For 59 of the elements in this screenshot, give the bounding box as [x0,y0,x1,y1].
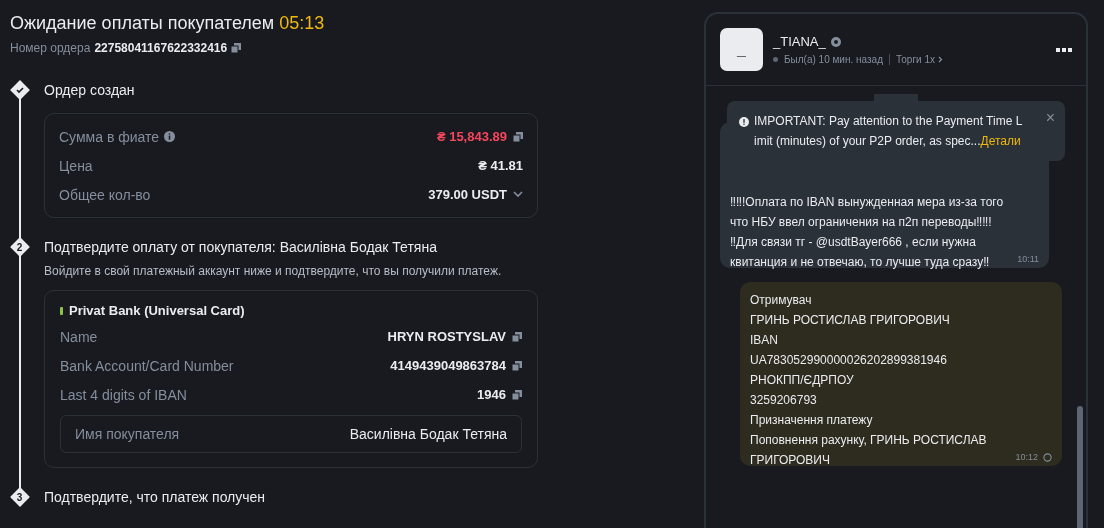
pending-icon [1043,452,1052,462]
step-number: 2 [10,237,30,257]
close-button[interactable]: × [1045,109,1055,127]
buyer-label: Имя покупателя [75,426,180,442]
page-title: Ожидание оплаты покупателем 05:13 [10,12,326,34]
info-icon [164,131,176,142]
message-line: IBAN [750,332,778,349]
step-number: 3 [10,487,30,507]
copy-icon[interactable] [231,43,242,53]
message-line: Поповнення рахунку, ГРИНЬ РОСТИСЛАВ [750,432,987,449]
summary-label: Общее кол-во [59,186,151,203]
message-line: ‼‼!Оплата по IBAN вынужденная мера из-за того [730,194,1004,211]
summary-value: 379.00 USDT [428,187,507,202]
message-line: что НБУ ввел ограничения на п2п переводы‼‼! [730,214,992,231]
step-hint: Войдите в свой платежный аккаунт ниже и подтвердите, что вы получили платеж. [44,264,503,278]
more-icon[interactable] [1056,47,1072,52]
field-value: 1946 [477,387,506,402]
bank-name: Privat Bank (Universal Card) [69,303,245,318]
order-label: Номер ордера [10,41,91,55]
notice-text: IMPORTANT: Pay attention to the Payment Time L imit (minutes) of your P2P order, as spec...Детали [754,113,1023,150]
details-link[interactable]: Детали [980,134,1021,148]
status-dot-icon [773,57,778,62]
trades-link[interactable]: Торги 1x [889,54,943,65]
chevron-right-icon[interactable] [938,56,943,63]
buyer-name: Василівна Бодак Тетяна [349,426,507,442]
last-seen: Был(а) 10 мин. назад [784,54,883,65]
summary-value: ₴ 15,843.89 [436,129,507,144]
message-line: Отримувач [750,292,812,309]
message-time: 10:12 [1015,452,1038,462]
message-line: Призначення платежу [750,412,873,429]
summary-label: Сумма в фиате [59,128,160,145]
field-label: Last 4 digits of IBAN [60,386,187,403]
step-title: Подтвердите, что платеж получен [44,488,267,506]
field-value: 4149439049863784 [390,358,506,373]
summary-value: ₴ 41.81 [478,158,523,173]
message-line: ГРИНЬ РОСТИСЛАВ ГРИГОРОВИЧ [750,312,950,329]
order-number: 22758041167622332416 [94,41,228,55]
summary-label: Цена [59,157,93,174]
message-line: ГРИГОРОВИЧ [750,452,830,469]
badge-icon [830,36,841,47]
message-line: UA783052990000026202899381946 [750,352,947,369]
chevron-down-icon[interactable] [513,191,523,198]
message-line: квитанция и не отвечаю, то лучше туда сразу‼ [730,254,990,271]
alert-icon [739,117,749,127]
step-title: Ордер создан [44,81,136,99]
copy-icon[interactable] [512,360,522,371]
message-time: 10:11 [1017,254,1039,264]
copy-icon[interactable] [513,131,523,142]
copy-icon[interactable] [512,331,522,342]
avatar: _ [720,28,763,71]
copy-icon[interactable] [512,389,522,400]
message-line: ‼Для связи тг - @usdtBayer666 , если нужна [730,234,976,251]
field-label: Bank Account/Card Number [60,357,234,374]
field-label: Name [60,328,98,345]
user-name: _TIANA_ [773,34,826,49]
message-line: РНОКПП/ЄДРПОУ [750,372,854,389]
field-value: HRYN ROSTYSLAV [387,329,506,344]
step-title: Подтвердите оплату от покупателя: Василівна Бодак Тетяна [44,238,438,256]
message-line: 3259206793 [750,392,817,409]
